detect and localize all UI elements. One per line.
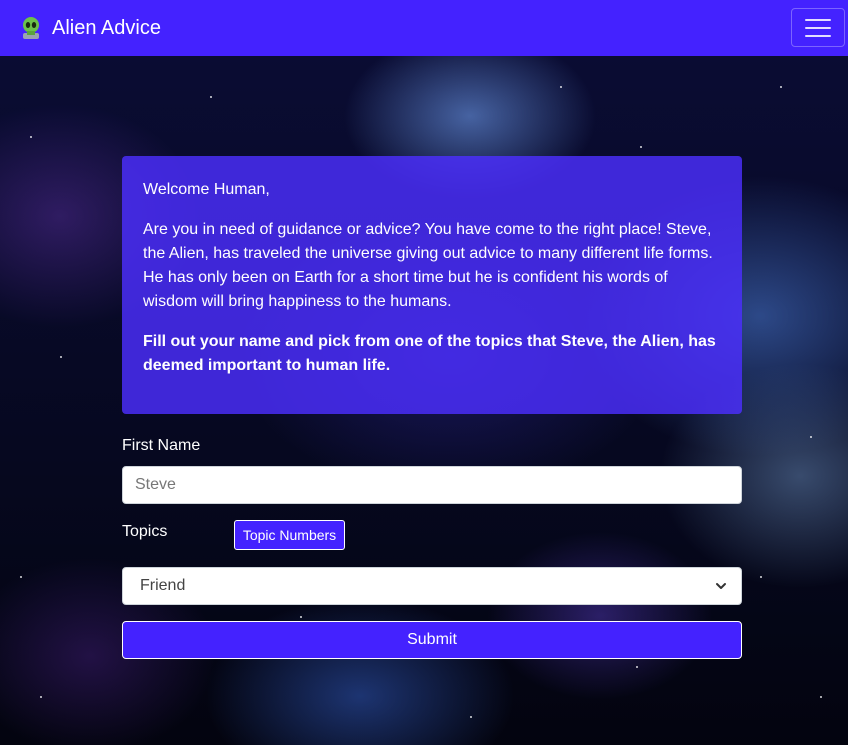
topics-select-value: Friend [140, 577, 186, 594]
topic-numbers-button[interactable]: Topic Numbers [234, 520, 345, 550]
star [636, 666, 638, 668]
star [470, 716, 472, 718]
star [210, 96, 212, 98]
star [40, 696, 42, 698]
star [300, 616, 302, 618]
star [780, 86, 782, 88]
topics-select[interactable]: Friend [122, 567, 742, 605]
alien-icon [23, 17, 39, 39]
first-name-input[interactable] [122, 466, 742, 504]
navbar: Alien Advice [0, 0, 848, 56]
star [760, 576, 762, 578]
welcome-greeting: Welcome Human, [143, 181, 270, 198]
topics-label: Topics [122, 523, 168, 540]
hamburger-menu-icon [805, 26, 831, 29]
submit-button[interactable]: Submit [122, 621, 742, 659]
welcome-card: Welcome Human, Are you in need of guidan… [122, 156, 742, 414]
hamburger-menu-icon [805, 18, 831, 21]
chevron-down-icon [716, 583, 726, 589]
first-name-label: First Name [122, 437, 201, 454]
brand-title: Alien Advice [52, 16, 161, 39]
brand-link[interactable]: Alien Advice [18, 15, 161, 41]
hamburger-menu-icon [805, 34, 831, 37]
welcome-instruction: Fill out your name and pick from one of … [143, 333, 716, 374]
star [640, 146, 642, 148]
hamburger-menu-button[interactable] [791, 8, 845, 47]
star [60, 356, 62, 358]
star [20, 576, 22, 578]
star [560, 86, 562, 88]
star [820, 696, 822, 698]
welcome-body: Are you in need of guidance or advice? Y… [143, 221, 713, 310]
star [30, 136, 32, 138]
star [810, 436, 812, 438]
